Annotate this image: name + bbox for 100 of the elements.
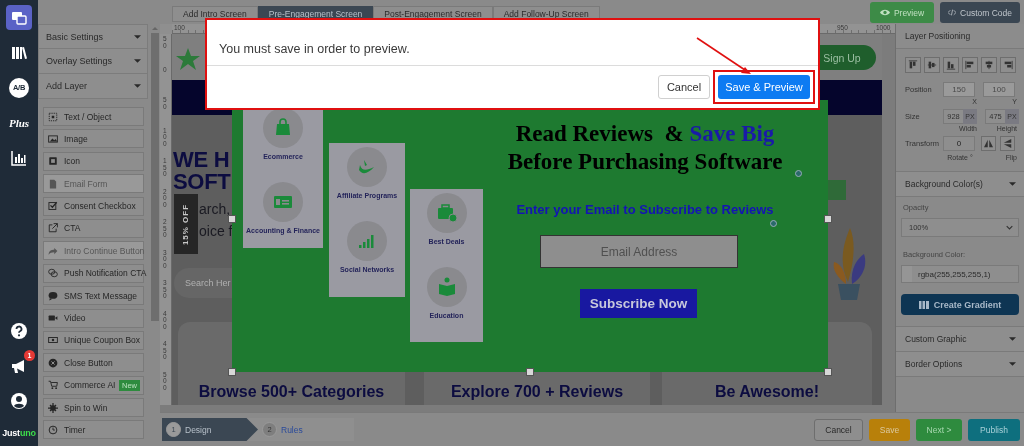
caret-down-icon bbox=[1009, 182, 1016, 186]
popup-subheading: Enter your Email to Subscribe to Reviews bbox=[515, 202, 775, 217]
scrollbar-thumb[interactable] bbox=[151, 33, 159, 321]
resize-handle[interactable] bbox=[228, 368, 236, 376]
align-bottom-icon bbox=[945, 60, 956, 70]
accordion-header[interactable]: Basic Settings bbox=[38, 24, 148, 49]
align-button[interactable] bbox=[942, 57, 959, 73]
accordion-header[interactable]: Overlay Settings bbox=[38, 49, 148, 74]
align-button[interactable] bbox=[980, 57, 997, 73]
popup-heading: Read Reviews & Save Big Before Purchasing Software bbox=[506, 120, 784, 176]
subscribe-button[interactable]: Subscribe Now bbox=[580, 289, 697, 318]
scroll-up-icon bbox=[152, 27, 158, 30]
layer-button[interactable]: Spin to Win bbox=[43, 398, 144, 418]
nav-item[interactable]: Plus bbox=[6, 110, 32, 135]
document-icon bbox=[48, 178, 58, 189]
help-icon bbox=[11, 322, 27, 339]
flip-vertical-icon bbox=[1003, 139, 1012, 148]
caret-down-icon bbox=[134, 34, 141, 39]
rotate-field[interactable]: 0 bbox=[943, 136, 975, 151]
close-icon bbox=[48, 357, 58, 368]
external-link-icon bbox=[48, 223, 58, 234]
align-middle-icon bbox=[926, 60, 937, 70]
cancel-button[interactable]: Cancel bbox=[814, 418, 863, 441]
accordion-header[interactable]: Custom Graphic bbox=[896, 327, 1024, 352]
align-right-icon bbox=[1002, 60, 1013, 70]
caret-down-icon bbox=[134, 59, 141, 63]
layer-button[interactable]: Video bbox=[43, 308, 144, 328]
caret-down-icon bbox=[1009, 337, 1016, 341]
eye-icon bbox=[879, 8, 890, 17]
resize-handle[interactable] bbox=[228, 215, 236, 223]
square-icon bbox=[48, 156, 58, 167]
layer-button[interactable]: Close Button bbox=[43, 353, 144, 373]
accordion-header[interactable]: Add Layer bbox=[38, 74, 148, 99]
save-and-preview-button[interactable]: Save & Preview bbox=[718, 75, 810, 99]
star-logo-icon bbox=[176, 48, 200, 70]
layer-button[interactable]: Timer bbox=[43, 420, 144, 440]
checkbox-icon bbox=[48, 201, 58, 212]
preview-button[interactable]: Preview bbox=[870, 2, 934, 23]
gear-icon bbox=[48, 402, 58, 413]
color-field[interactable]: rgba(255,255,255,1) bbox=[901, 265, 1019, 283]
hero-text: oice f bbox=[199, 222, 233, 240]
align-button[interactable] bbox=[999, 57, 1016, 73]
flip-button[interactable] bbox=[1000, 136, 1015, 151]
windows-icon bbox=[11, 9, 27, 26]
card-title: Browse 500+ Categories bbox=[197, 383, 386, 401]
card-title: Be Awesome! bbox=[713, 383, 820, 401]
resize-handle[interactable] bbox=[824, 368, 832, 376]
align-button[interactable] bbox=[904, 57, 921, 73]
layer-button[interactable]: Text / Object bbox=[43, 107, 144, 126]
accordion-header[interactable]: Border Options bbox=[896, 352, 1024, 377]
nav-item[interactable] bbox=[6, 5, 32, 30]
publish-button[interactable]: Publish bbox=[968, 418, 1020, 441]
megaphone-icon bbox=[11, 357, 27, 374]
layer-button[interactable]: Icon bbox=[43, 151, 144, 171]
custom-code-button[interactable]: Custom Code bbox=[940, 2, 1020, 23]
next-button[interactable]: Next > bbox=[916, 418, 962, 441]
hero-text: SOFT bbox=[173, 172, 231, 192]
code-icon bbox=[948, 8, 957, 17]
image-icon bbox=[48, 133, 58, 144]
layer-button[interactable]: Image bbox=[43, 129, 144, 149]
layer-button[interactable]: CTA bbox=[43, 218, 144, 238]
briefcase-icon bbox=[426, 193, 467, 233]
accordion-header[interactable]: Background Color(s) bbox=[896, 172, 1024, 197]
dialog-message: You must save in order to preview. bbox=[207, 20, 818, 66]
resize-handle[interactable] bbox=[824, 215, 832, 223]
books-icon bbox=[11, 44, 27, 61]
card-title: Explore 700 + Reviews bbox=[449, 383, 625, 401]
swoosh-icon bbox=[347, 147, 387, 187]
flip-button[interactable] bbox=[981, 136, 996, 151]
layer-button[interactable]: Consent Checkbox bbox=[43, 196, 144, 216]
align-left-icon bbox=[964, 60, 975, 70]
video-camera-icon bbox=[48, 313, 58, 323]
promo-tab[interactable]: 15% OFF bbox=[174, 194, 198, 254]
search-field[interactable]: Search Her bbox=[174, 268, 232, 298]
resize-handle[interactable] bbox=[526, 368, 534, 376]
align-button[interactable] bbox=[961, 57, 978, 73]
anchor-dot[interactable] bbox=[795, 170, 802, 177]
layer-button[interactable]: SMS Text Message bbox=[43, 286, 144, 306]
shopping-bag-icon bbox=[263, 108, 303, 148]
create-gradient-button[interactable]: Create Gradient bbox=[901, 294, 1019, 315]
caret-down-icon bbox=[1009, 362, 1016, 366]
signal-bars-icon bbox=[347, 221, 387, 261]
share-arrow-icon bbox=[48, 245, 58, 256]
hero-text: WE H bbox=[173, 150, 230, 170]
text-frame-icon bbox=[48, 111, 58, 122]
email-field[interactable]: Email Address bbox=[540, 235, 738, 268]
align-top-icon bbox=[907, 60, 918, 70]
align-button[interactable] bbox=[923, 57, 940, 73]
ticket-icon bbox=[48, 335, 58, 346]
anchor-dot[interactable] bbox=[770, 220, 777, 227]
align-center-icon bbox=[983, 60, 994, 70]
brand-logo: Justuno bbox=[2, 428, 36, 438]
flip-horizontal-icon bbox=[984, 139, 993, 148]
layer-button[interactable]: Unique Coupon Box bbox=[43, 330, 144, 350]
caret-down-icon bbox=[134, 84, 141, 88]
cancel-button[interactable]: Cancel bbox=[658, 75, 710, 99]
hero-text: arch, bbox=[199, 200, 231, 218]
reader-icon bbox=[426, 267, 467, 307]
bar-chart-icon bbox=[11, 149, 27, 166]
bill-icon bbox=[263, 182, 303, 222]
